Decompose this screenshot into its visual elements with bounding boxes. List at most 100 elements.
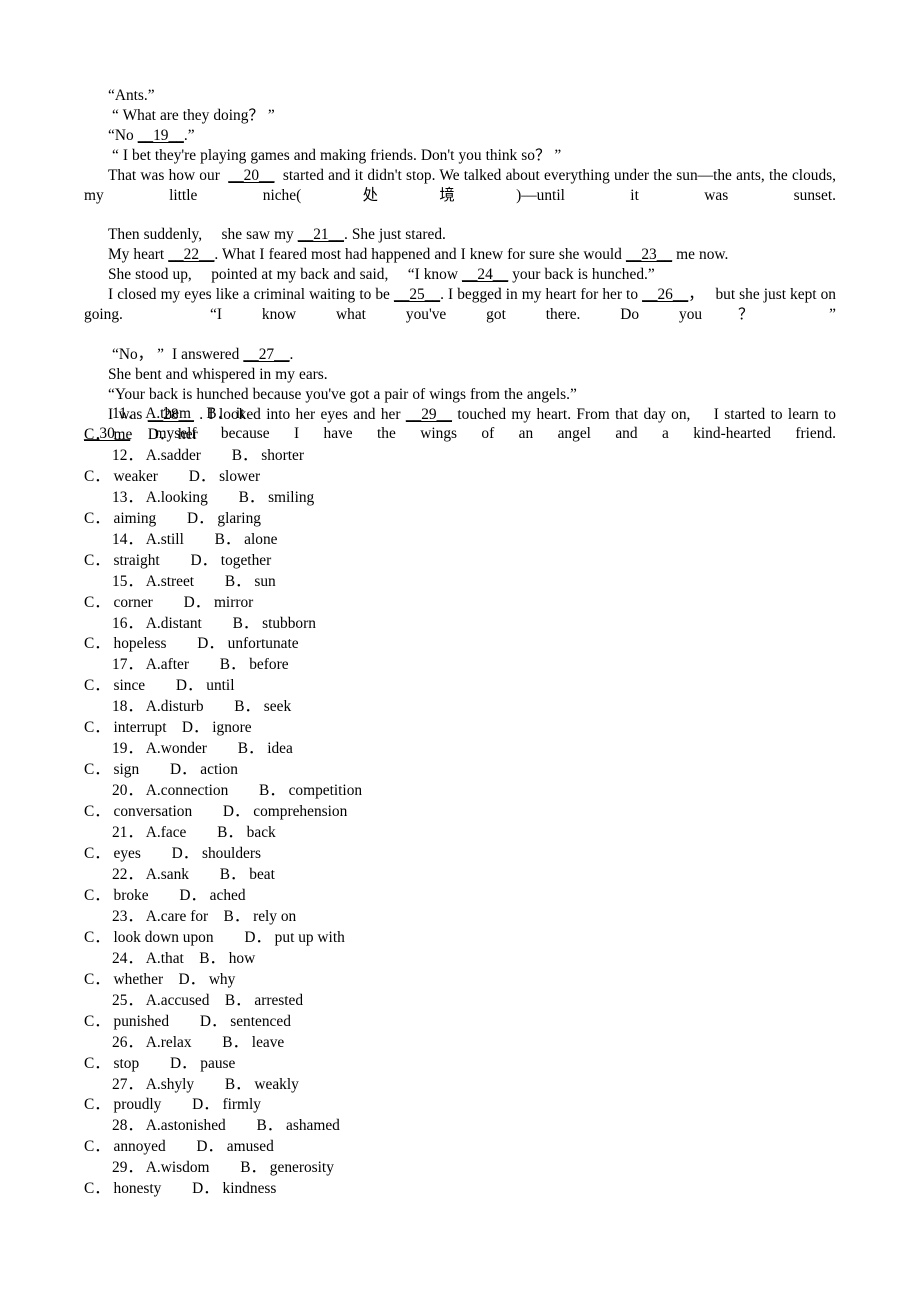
answer-blank[interactable]: __22__ [168,246,214,263]
option-choices-cd[interactable]: C． eyes D． shoulders [84,845,261,862]
passage-text: your back is hunched.” [508,266,655,284]
passage-line: She stood up, pointed at my back and sai… [84,265,836,285]
passage-text: “Your back is hunched because you've got… [108,385,577,403]
question-row-ab: 20． A.connection B． competition [84,781,836,802]
option-choices-cd[interactable]: C． stop D． pause [84,1055,235,1072]
passage-text: “ I bet they're playing games and making… [112,146,562,164]
question-row-cd: C． hopeless D． unfortunate [84,634,836,655]
question-row-ab: 25． A.accused B． arrested [84,991,836,1012]
option-choices-cd[interactable]: C． look down upon D． put up with [84,929,345,946]
passage-line: My heart __22__. What I feared most had … [84,245,836,265]
answer-blank[interactable]: __23__ [626,246,672,263]
passage-text: . I begged in my heart for her to [440,286,643,304]
passage-line: Then suddenly, she saw my __21__. She ju… [84,225,836,245]
question-row-ab: 17． A.after B． before [84,655,836,676]
option-choices-cd[interactable]: C． aiming D． glaring [84,510,261,527]
option-choices-cd[interactable]: C． punished D． sentenced [84,1013,291,1030]
question-row-cd: C． corner D． mirror [84,593,836,614]
answer-blank[interactable]: __24__ [462,266,508,283]
option-choices-cd[interactable]: C． annoyed D． amused [84,1138,274,1155]
question-row-cd: C． conversation D． comprehension [84,802,836,823]
passage-text: . She just stared. [343,226,446,244]
option-choices-ab[interactable]: A.wonder B． idea [146,740,293,757]
option-choices-ab[interactable]: A.astonished B． ashamed [146,1117,340,1134]
question-number: 28． [112,1117,143,1135]
answer-blank[interactable]: __21__ [298,226,344,243]
passage-text: She stood up, pointed at my back and sai… [108,266,462,284]
question-number: 16． [112,614,143,632]
option-choices-cd[interactable]: C． me D． her [84,426,198,443]
option-choices-ab[interactable]: A.sank B． beat [146,866,275,883]
option-choices-cd[interactable]: C． weaker D． slower [84,468,260,485]
option-choices-ab[interactable]: A.wisdom B． generosity [146,1159,334,1176]
question-row-ab: 16． A.distant B． stubborn [84,614,836,635]
option-choices-ab[interactable]: A.looking B． smiling [146,489,314,506]
question-number: 29． [112,1159,143,1177]
passage-text: “No [108,126,138,144]
option-choices-ab[interactable]: A.them B． it [145,405,244,422]
option-choices-ab[interactable]: A.care for B． rely on [146,908,296,925]
option-choices-ab[interactable]: A.connection B． competition [146,782,362,799]
passage-text: She bent and whispered in my ears. [108,365,328,383]
question-row-cd: C． eyes D． shoulders [84,844,836,865]
passage-text: Then suddenly, she saw my [108,226,298,244]
passage-line: “Ants.” [84,86,836,106]
question-row-cd: C． since D． until [84,676,836,697]
option-choices-cd[interactable]: C． since D． until [84,677,234,694]
passage-text: me now. [672,246,729,264]
option-choices-ab[interactable]: A.still B． alone [146,531,278,548]
answer-blank[interactable]: __20__ [228,167,274,184]
option-choices-ab[interactable]: A.sadder B． shorter [146,447,304,464]
question-options-list: 11． A.them B． it C． me D． her 12． A.sadder… [84,404,836,1200]
question-row-cd: C． whether D． why [84,970,836,991]
answer-blank[interactable]: __27__ [243,346,289,363]
option-choices-cd[interactable]: C． corner D． mirror [84,594,253,611]
option-choices-ab[interactable]: A.relax B． leave [146,1034,284,1051]
answer-blank[interactable]: __26__ [642,286,688,303]
answer-blank[interactable]: __25__ [394,286,440,303]
question-row-cd: C． punished D． sentenced [84,1012,836,1033]
passage-line: “Your back is hunched because you've got… [84,385,836,405]
passage-line: “ What are they doing？ ” [84,106,836,126]
option-choices-cd[interactable]: C． hopeless D． unfortunate [84,635,299,652]
question-number: 14． [112,530,143,548]
passage-line: “ I bet they're playing games and making… [84,146,836,166]
answer-blank[interactable]: __19__ [138,127,184,144]
passage-text: I closed my eyes like a criminal waiting… [108,286,394,304]
option-choices-ab[interactable]: A.distant B． stubborn [146,615,316,632]
option-choices-cd[interactable]: C． conversation D． comprehension [84,803,347,820]
question-number: 17． [112,656,143,674]
question-row-cd: C． look down upon D． put up with [84,928,836,949]
question-number: 24． [112,949,143,967]
question-row-ab: 21． A.face B． back [84,823,836,844]
passage-line: She bent and whispered in my ears. [84,365,836,385]
question-number: 27． [112,1075,143,1093]
option-choices-ab[interactable]: A.street B． sun [146,573,276,590]
option-choices-cd[interactable]: C． proudly D． firmly [84,1096,261,1113]
option-choices-ab[interactable]: A.after B． before [146,656,289,673]
question-number: 20． [112,782,143,800]
passage-line: “No， ” I answered __27__. [84,345,836,365]
question-row-cd: C． aiming D． glaring [84,509,836,530]
option-choices-ab[interactable]: A.that B． how [146,950,255,967]
question-row-ab: 12． A.sadder B． shorter [84,446,836,467]
option-choices-cd[interactable]: C． interrupt D． ignore [84,719,252,736]
passage-text: That was how our [108,166,229,184]
option-choices-ab[interactable]: A.face B． back [146,824,276,841]
option-choices-cd[interactable]: C． whether D． why [84,971,235,988]
option-choices-cd[interactable]: C． straight D． together [84,552,271,569]
option-choices-ab[interactable]: A.shyly B． weakly [146,1076,299,1093]
passage-text: “Ants.” [108,87,155,104]
option-choices-ab[interactable]: A.accused B． arrested [146,992,303,1009]
option-choices-cd[interactable]: C． honesty D． kindness [84,1180,276,1197]
option-choices-cd[interactable]: C． sign D． action [84,761,238,778]
question-number: 19． [112,740,143,758]
question-row-cd: C． annoyed D． amused [84,1137,836,1158]
question-number: 12． [112,446,143,464]
passage-text: .” [183,126,195,144]
question-row-ab: 18． A.disturb B． seek [84,697,836,718]
option-choices-ab[interactable]: A.disturb B． seek [146,698,291,715]
passage-text: “ What are they doing？ ” [112,106,275,124]
question-row-ab: 19． A.wonder B． idea [84,739,836,760]
option-choices-cd[interactable]: C． broke D． ached [84,887,246,904]
